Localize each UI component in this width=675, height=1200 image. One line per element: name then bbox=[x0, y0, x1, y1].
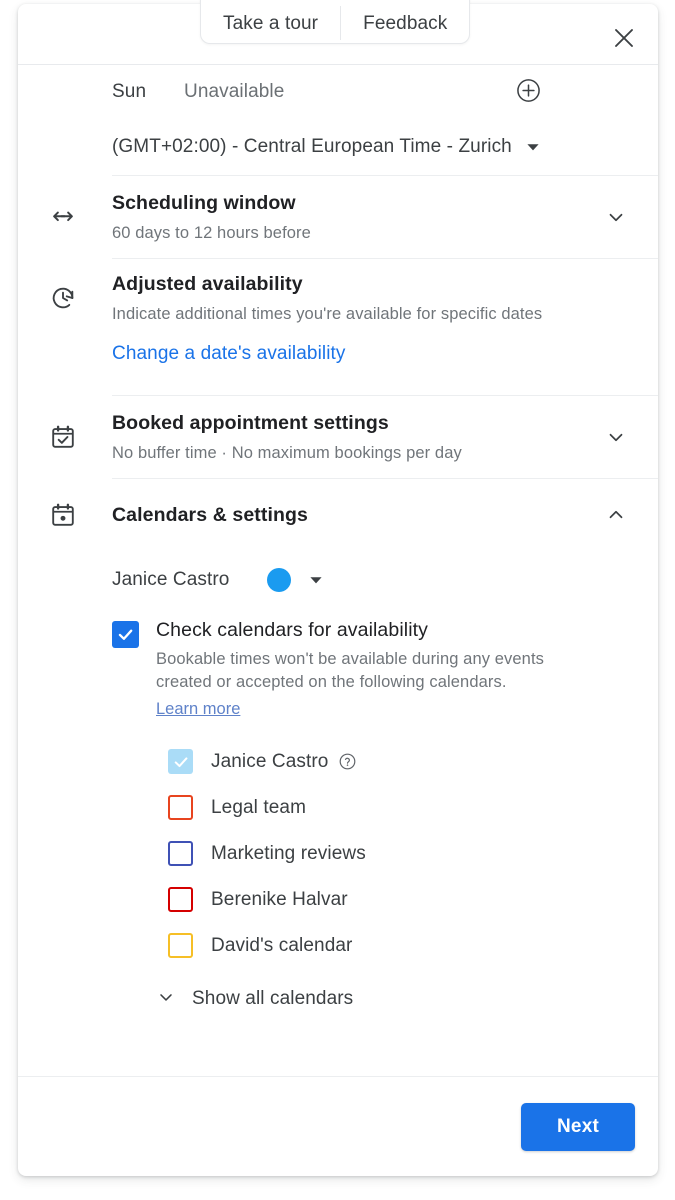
chevron-up-icon[interactable] bbox=[602, 501, 630, 529]
list-item: Legal team bbox=[168, 785, 658, 831]
calendar-name: Marketing reviews bbox=[211, 842, 366, 864]
add-availability-button[interactable] bbox=[513, 77, 543, 107]
calendar-event-icon bbox=[46, 498, 80, 532]
booked-appointment-title: Booked appointment settings bbox=[112, 412, 389, 435]
section-scheduling-window[interactable]: Scheduling window 60 days to 12 hours be… bbox=[53, 175, 658, 258]
appointment-schedule-dialog: Take a tour Feedback Sun Unavailable (GM… bbox=[18, 0, 658, 1176]
calendar-name: David's calendar bbox=[211, 934, 353, 956]
section-calendars-settings[interactable]: Calendars & settings bbox=[52, 478, 658, 551]
chevron-down-icon bbox=[156, 987, 176, 1012]
check-calendars-description-line2: created or accepted on the following cal… bbox=[156, 673, 507, 692]
check-calendars-block: Check calendars for availability Bookabl… bbox=[112, 619, 658, 719]
calendar-name: Berenike Halvar bbox=[211, 888, 348, 910]
close-dialog-button[interactable] bbox=[607, 22, 641, 56]
calendar-check-icon bbox=[46, 420, 80, 454]
calendar-checkbox[interactable] bbox=[168, 887, 193, 913]
section-adjusted-availability: Adjusted availability Indicate additiona… bbox=[52, 258, 658, 337]
close-icon bbox=[612, 26, 636, 53]
calendar-checkbox-list: Janice Castro Legal team Marketing revie… bbox=[168, 739, 658, 969]
calendar-owner-row: Janice Castro bbox=[112, 551, 658, 609]
scheduling-window-title: Scheduling window bbox=[112, 192, 296, 215]
availability-day-row: Sun Unavailable bbox=[18, 65, 658, 119]
scheduling-window-subtitle: 60 days to 12 hours before bbox=[112, 223, 311, 242]
booked-appointment-subtitle: No buffer time · No maximum bookings per… bbox=[112, 443, 462, 462]
tour-feedback-group: Take a tour Feedback bbox=[200, 0, 471, 44]
caret-down-icon[interactable] bbox=[309, 573, 323, 587]
timezone-label: (GMT+02:00) - Central European Time - Zu… bbox=[112, 136, 512, 157]
adjusted-availability-title: Adjusted availability bbox=[112, 273, 303, 296]
calendar-checkbox[interactable] bbox=[168, 933, 193, 959]
chevron-down-icon[interactable] bbox=[602, 203, 630, 231]
calendar-color-swatch[interactable] bbox=[267, 568, 292, 592]
caret-down-icon[interactable] bbox=[526, 140, 540, 154]
adjusted-availability-subtitle: Indicate additional times you're availab… bbox=[112, 304, 543, 323]
chevron-down-icon[interactable] bbox=[602, 423, 630, 451]
learn-more-link[interactable]: Learn more bbox=[156, 700, 240, 719]
show-all-calendars-button[interactable]: Show all calendars bbox=[156, 987, 658, 1012]
calendar-checkbox[interactable] bbox=[168, 841, 193, 867]
calendar-checkbox bbox=[168, 749, 193, 775]
calendar-name: Janice Castro bbox=[211, 750, 329, 772]
bidirectional-arrow-icon bbox=[46, 200, 80, 234]
clock-update-icon bbox=[46, 281, 80, 315]
calendars-settings-title: Calendars & settings bbox=[112, 503, 308, 526]
list-item: Marketing reviews bbox=[168, 831, 658, 877]
plus-circle-icon bbox=[515, 77, 542, 107]
check-calendars-label: Check calendars for availability bbox=[156, 619, 428, 641]
show-all-calendars-label: Show all calendars bbox=[192, 988, 354, 1010]
timezone-row[interactable]: (GMT+02:00) - Central European Time - Zu… bbox=[18, 119, 658, 175]
help-circle-icon[interactable] bbox=[338, 752, 357, 771]
calendar-owner-name: Janice Castro bbox=[112, 569, 230, 590]
change-date-availability-link[interactable]: Change a date's availability bbox=[112, 343, 346, 364]
list-item: Janice Castro bbox=[168, 739, 658, 785]
dialog-body: Sun Unavailable (GMT+02:00) - Central Eu… bbox=[18, 65, 658, 1026]
feedback-button[interactable]: Feedback bbox=[341, 0, 469, 44]
dialog-footer: Next bbox=[18, 1076, 658, 1176]
calendar-name: Legal team bbox=[211, 796, 307, 818]
check-calendars-description: Bookable times won't be available during… bbox=[156, 648, 586, 695]
section-booked-appointment-settings[interactable]: Booked appointment settings No buffer ti… bbox=[52, 395, 658, 478]
next-button[interactable]: Next bbox=[521, 1102, 635, 1151]
calendar-checkbox[interactable] bbox=[168, 795, 193, 821]
take-a-tour-button[interactable]: Take a tour bbox=[201, 0, 340, 44]
screen-root: Take a tour Feedback Sun Unavailable (GM… bbox=[0, 0, 675, 1200]
list-item: David's calendar bbox=[168, 923, 658, 969]
dialog-header: Take a tour Feedback bbox=[18, 0, 658, 65]
change-date-availability-row: Change a date's availability bbox=[112, 337, 658, 395]
day-label: Sun bbox=[112, 81, 147, 102]
check-calendars-checkbox[interactable] bbox=[112, 621, 139, 648]
check-calendars-description-line1: Bookable times won't be available during… bbox=[156, 650, 544, 668]
day-availability-state: Unavailable bbox=[184, 81, 285, 102]
list-item: Berenike Halvar bbox=[168, 877, 658, 923]
calendars-expanded-panel: Janice Castro Check calendars for availa… bbox=[112, 551, 658, 1026]
